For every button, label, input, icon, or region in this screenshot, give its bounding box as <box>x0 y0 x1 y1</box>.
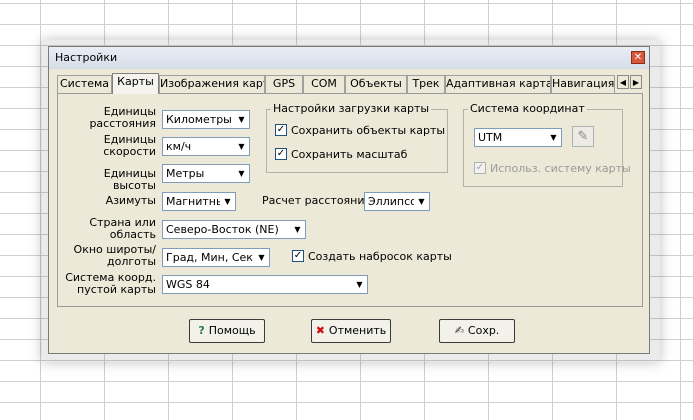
tab-system[interactable]: Система <box>57 75 112 93</box>
tab-map-images[interactable]: Изображения карт <box>159 75 265 93</box>
save-scale-checkbox[interactable]: ✓ <box>275 148 287 160</box>
latlon-window-select[interactable]: Град, Мин, Сек ▼ <box>162 248 270 267</box>
help-button-label: Помощь <box>208 324 256 337</box>
save-objects-checkbox[interactable]: ✓ <box>275 124 287 136</box>
chevron-down-icon: ▼ <box>220 193 235 210</box>
speed-units-select[interactable]: км/ч ▼ <box>162 137 250 156</box>
chevron-down-icon: ▼ <box>546 129 561 146</box>
height-units-value: Метры <box>166 167 205 180</box>
latlon-window-label: Окно широты/долготы <box>73 243 156 268</box>
tab-track[interactable]: Трек <box>407 75 445 93</box>
title-bar: Настройки ✕ <box>49 47 649 69</box>
country-select[interactable]: Северо-Восток (NE) ▼ <box>162 220 306 239</box>
coordinate-system-select[interactable]: UTM ▼ <box>474 128 562 147</box>
distance-calc-label: Расчет расстояний <box>262 194 372 207</box>
save-icon: ✍ <box>454 324 464 337</box>
save-button[interactable]: ✍ Сохр. <box>439 319 515 343</box>
azimuth-label: Азимуты <box>105 194 156 207</box>
coordinate-system-title: Система координат <box>468 102 587 115</box>
chevron-down-icon: ▼ <box>234 111 249 128</box>
help-button[interactable]: ? Помощь <box>189 319 265 343</box>
chevron-down-icon: ▼ <box>290 221 305 238</box>
create-sketch-label: Создать набросок карты <box>308 250 452 263</box>
create-sketch-checkbox[interactable]: ✓ <box>292 250 304 262</box>
close-icon[interactable]: ✕ <box>631 51 645 64</box>
empty-map-coords-value: WGS 84 <box>166 278 210 291</box>
azimuth-select[interactable]: Магнитный ▼ <box>162 192 236 211</box>
chevron-down-icon: ▼ <box>352 276 367 293</box>
country-label: Страна или область <box>89 216 156 241</box>
tab-gps[interactable]: GPS <box>265 75 303 93</box>
save-button-label: Сохр. <box>467 324 500 337</box>
save-objects-label: Сохранить объекты карты <box>291 124 446 137</box>
tab-strip: Система Карты Изображения карт GPS COM О… <box>57 73 645 94</box>
use-map-system-label: Использ. систему карты <box>490 162 631 175</box>
distance-units-label: Единицы расстояния <box>89 105 156 130</box>
cancel-icon: ✖ <box>315 324 325 337</box>
distance-calc-select[interactable]: Эллипсоид ▼ <box>364 192 430 211</box>
speed-units-label: Единицы скорости <box>103 133 156 158</box>
cancel-button[interactable]: ✖ Отменить <box>311 319 391 343</box>
distance-units-select[interactable]: Километры ▼ <box>162 110 250 129</box>
tab-navigation[interactable]: Навигация <box>551 75 615 93</box>
map-load-settings-title: Настройки загрузки карты <box>271 102 432 115</box>
latlon-window-value: Град, Мин, Сек <box>166 251 253 264</box>
tab-com[interactable]: COM <box>303 75 345 93</box>
tab-maps[interactable]: Карты <box>112 73 159 94</box>
height-units-select[interactable]: Метры ▼ <box>162 164 250 183</box>
empty-map-coords-label: Система коорд. пустой карты <box>65 271 156 296</box>
speed-units-value: км/ч <box>166 140 192 153</box>
cancel-button-label: Отменить <box>328 324 387 337</box>
coordinate-system-value: UTM <box>478 131 503 144</box>
tab-objects[interactable]: Объекты <box>345 75 407 93</box>
chevron-down-icon: ▼ <box>234 138 249 155</box>
tab-scroll-right-icon[interactable]: ▶ <box>630 75 642 89</box>
window-title: Настройки <box>55 51 118 64</box>
country-value: Северо-Восток (NE) <box>166 223 279 236</box>
empty-map-coords-select[interactable]: WGS 84 ▼ <box>162 275 368 294</box>
map-load-settings-group: Настройки загрузки карты ✓ Сохранить объ… <box>266 102 448 173</box>
chevron-down-icon: ▼ <box>254 249 269 266</box>
coordinate-settings-icon[interactable]: ✎ <box>572 126 594 147</box>
coordinate-system-group: Система координат UTM ▼ ✎ ✓ Использ. сис… <box>463 102 631 187</box>
settings-dialog: Настройки ✕ Система Карты Изображения ка… <box>48 46 650 354</box>
tab-adaptive-map[interactable]: Адаптивная карта <box>445 75 551 93</box>
chevron-down-icon: ▼ <box>414 193 429 210</box>
use-map-system-checkbox: ✓ <box>474 162 486 174</box>
maps-tab-panel: Единицы расстояния Километры ▼ Единицы с… <box>57 93 643 307</box>
distance-units-value: Километры <box>166 113 232 126</box>
save-scale-label: Сохранить масштаб <box>291 148 408 161</box>
height-units-label: Единицы высоты <box>103 167 156 192</box>
chevron-down-icon: ▼ <box>234 165 249 182</box>
tab-scroll-left-icon[interactable]: ◀ <box>617 75 629 89</box>
help-icon: ? <box>198 324 205 337</box>
